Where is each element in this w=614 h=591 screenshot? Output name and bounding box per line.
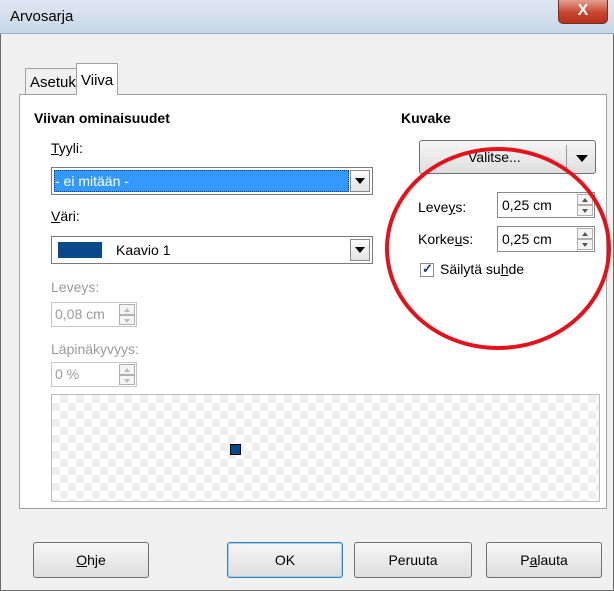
color-label: Väri: [51,208,80,224]
line-properties-heading: Viivan ominaisuudet [34,110,170,126]
color-dropdown[interactable]: Kaavio 1 [51,236,373,264]
style-dropdown[interactable]: - ei mitään - [51,167,373,195]
tab-viiva[interactable]: Viiva [76,63,119,95]
close-icon: X [577,2,589,19]
chevron-down-icon[interactable] [350,170,370,192]
spin-down-icon [119,374,135,385]
transparency-value: 0 % [55,366,80,382]
chevron-down-icon[interactable] [350,239,370,261]
reset-button[interactable]: Palauta [486,542,602,578]
line-width-value: 0,08 cm [55,306,105,322]
ok-button[interactable]: OK [227,542,343,578]
transparency-label: Läpinäkyvyys: [51,341,139,357]
help-button[interactable]: Ohje [33,542,149,578]
icon-heading: Kuvake [401,110,451,126]
spin-up-icon [119,364,135,375]
style-label: Tyyli: [51,140,83,156]
cancel-button[interactable]: Peruuta [354,542,472,578]
line-width-spinner: 0,08 cm [51,302,137,327]
highlight-circle [385,147,611,350]
style-dropdown-value: - ei mitään - [55,173,129,189]
spin-up-icon [119,304,135,315]
close-button[interactable]: X [558,0,608,24]
title-bar: Arvosarja X [0,0,614,34]
preview-marker [230,444,241,455]
chevron-down-icon[interactable] [576,155,588,162]
color-dropdown-value: Kaavio 1 [116,242,171,258]
line-preview [51,394,600,502]
color-swatch [58,242,102,258]
line-width-label: Leveys: [51,279,100,295]
spin-down-icon [119,314,135,325]
window-title: Arvosarja [10,8,74,25]
transparency-spinner: 0 % [51,362,137,387]
